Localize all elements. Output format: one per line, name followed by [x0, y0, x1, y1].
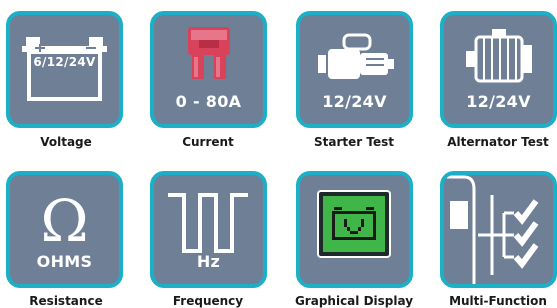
battery-icon: [22, 37, 107, 101]
graphical-display-tile[interactable]: [296, 171, 413, 288]
alternator-test-badge: 12/24V: [466, 92, 531, 111]
frequency-tile[interactable]: Hz: [150, 171, 267, 288]
starter-test-badge: 12/24V: [322, 92, 387, 111]
current-badge: 0 - 80A: [175, 92, 242, 111]
voltage-badge: 6/12/24V: [33, 55, 96, 69]
multi-function-caption: Multi-Function: [449, 294, 547, 308]
resistance-tile[interactable]: Ω OHMS: [6, 171, 123, 288]
current-tile[interactable]: 0 - 80A: [150, 11, 267, 128]
frequency-caption: Frequency: [172, 294, 244, 308]
voltage-caption: Voltage: [40, 135, 92, 149]
alternator-test-caption: Alternator Test: [447, 135, 549, 149]
alternator-test-tile[interactable]: 12/24V: [440, 11, 557, 128]
resistance-caption: Resistance: [29, 294, 103, 308]
svg-text:Ω: Ω: [40, 187, 88, 255]
current-caption: Current: [182, 135, 234, 149]
multimeter-checklist-icon: [444, 175, 539, 284]
pixel-display-icon: [317, 190, 391, 258]
starter-test-caption: Starter Test: [314, 135, 394, 149]
voltage-tile[interactable]: 6/12/24V: [6, 11, 123, 128]
starter-test-tile[interactable]: 12/24V: [296, 11, 413, 128]
frequency-badge: Hz: [196, 252, 221, 271]
graphical-display-caption: Graphical Display: [294, 294, 414, 308]
resistance-badge: OHMS: [36, 252, 93, 271]
multi-function-tile[interactable]: [440, 171, 557, 288]
